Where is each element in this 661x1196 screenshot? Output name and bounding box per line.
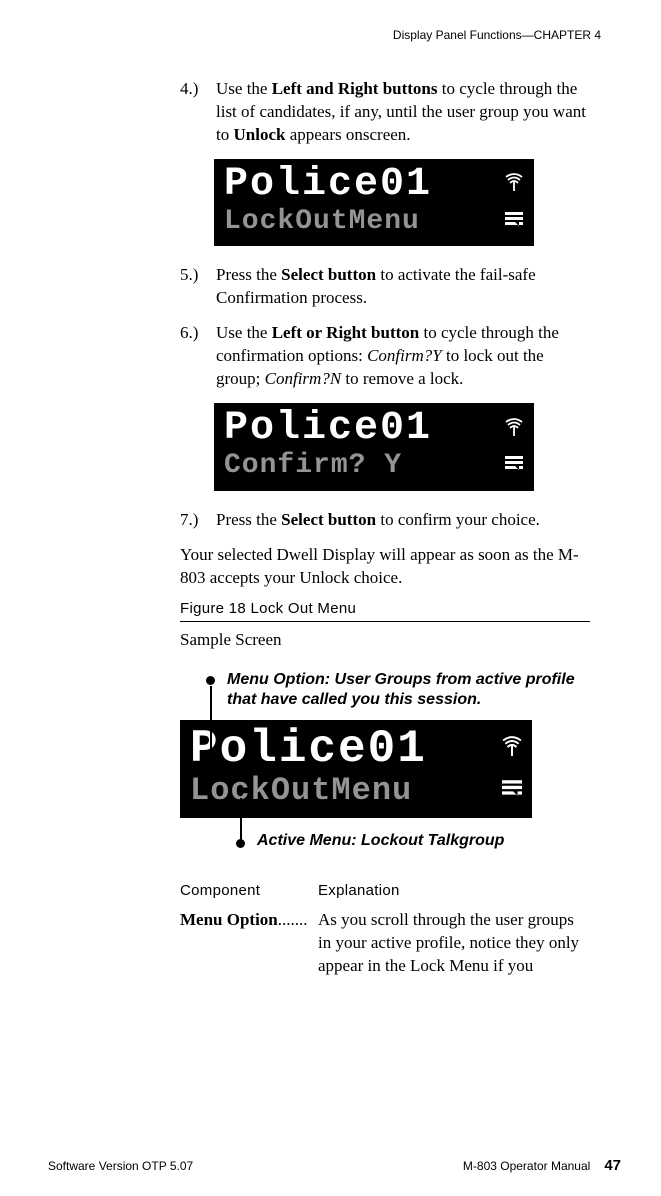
entry-label: Menu Option....... — [180, 909, 318, 978]
text: appears onscreen. — [285, 125, 410, 144]
step-body: Press the Select button to activate the … — [216, 264, 590, 310]
lcd-screen: Police01 LockOutMenu — [180, 720, 532, 818]
step-number: 4.) — [180, 78, 216, 147]
step-number: 5.) — [180, 264, 216, 310]
step-4: 4.) Use the Left and Right buttons to cy… — [180, 78, 590, 147]
callout-line — [210, 686, 212, 752]
step-number: 7.) — [180, 509, 216, 532]
callout-top: Menu Option: User Groups from active pro… — [227, 670, 600, 710]
lcd-line2: LockOutMenu — [190, 772, 412, 810]
signal-icon — [505, 418, 523, 441]
text: Press the — [216, 265, 281, 284]
step-body: Use the Left or Right button to cycle th… — [216, 322, 590, 391]
signal-icon — [502, 736, 522, 761]
page-content: 4.) Use the Left and Right buttons to cy… — [180, 78, 590, 978]
sample-label: Sample Screen — [180, 630, 590, 650]
text: to confirm your choice. — [376, 510, 540, 529]
step-7: 7.) Press the Select button to confirm y… — [180, 509, 590, 532]
rule — [180, 621, 590, 622]
lcd-line1: Police01 — [190, 726, 427, 772]
step-number: 6.) — [180, 322, 216, 391]
step-body: Use the Left and Right buttons to cycle … — [216, 78, 590, 147]
col-component: Component — [180, 882, 318, 899]
text-bold: Left and Right buttons — [272, 79, 438, 98]
speaker-icon — [505, 454, 523, 477]
footer-left: Software Version OTP 5.07 — [48, 1159, 193, 1173]
text-italic: Confirm?N — [265, 369, 342, 388]
lcd-screen: Police01 LockOutMenu — [214, 159, 534, 247]
component-header: Component Explanation — [180, 882, 590, 899]
lcd-screen: Police01 Confirm? Y — [214, 403, 534, 491]
text: Press the — [216, 510, 281, 529]
entry-term: Menu Option — [180, 910, 278, 929]
text-bold: Unlock — [233, 125, 285, 144]
text: to remove a lock. — [341, 369, 463, 388]
signal-icon — [505, 173, 523, 196]
text-italic: Confirm?Y — [367, 346, 442, 365]
page-footer: Software Version OTP 5.07 M-803 Operator… — [48, 1157, 621, 1174]
col-explanation: Explanation — [318, 882, 400, 899]
text-bold: Left or Right button — [272, 323, 420, 342]
text-bold: Select button — [281, 510, 376, 529]
callout-bottom: Active Menu: Lockout Talkgroup — [257, 832, 504, 850]
callout-dot — [206, 676, 215, 685]
lcd-line2: Confirm? Y — [224, 449, 402, 483]
text-bold: Select button — [281, 265, 376, 284]
callout-dot — [236, 839, 245, 848]
speaker-icon — [502, 778, 522, 803]
lcd-line1: Police01 — [224, 409, 432, 449]
entry-dots: ....... — [278, 910, 308, 929]
footer-center: M-803 Operator Manual — [463, 1159, 590, 1173]
text: Use the — [216, 79, 272, 98]
step-6: 6.) Use the Left or Right button to cycl… — [180, 322, 590, 391]
page-header: Display Panel Functions—CHAPTER 4 — [60, 28, 601, 42]
annotated-figure: Menu Option: User Groups from active pro… — [180, 670, 600, 850]
step-5: 5.) Press the Select button to activate … — [180, 264, 590, 310]
lcd-line2: LockOutMenu — [224, 205, 420, 239]
page-number: 47 — [604, 1157, 621, 1174]
speaker-icon — [505, 210, 523, 233]
component-entry: Menu Option....... As you scroll through… — [180, 909, 590, 978]
step-body: Press the Select button to confirm your … — [216, 509, 590, 532]
callout-line — [240, 798, 242, 840]
text: Use the — [216, 323, 272, 342]
paragraph: Your selected Dwell Display will appear … — [180, 544, 590, 590]
figure-caption: Figure 18 Lock Out Menu — [180, 600, 590, 617]
lcd-line1: Police01 — [224, 165, 432, 205]
entry-body: As you scroll through the user groups in… — [318, 909, 590, 978]
